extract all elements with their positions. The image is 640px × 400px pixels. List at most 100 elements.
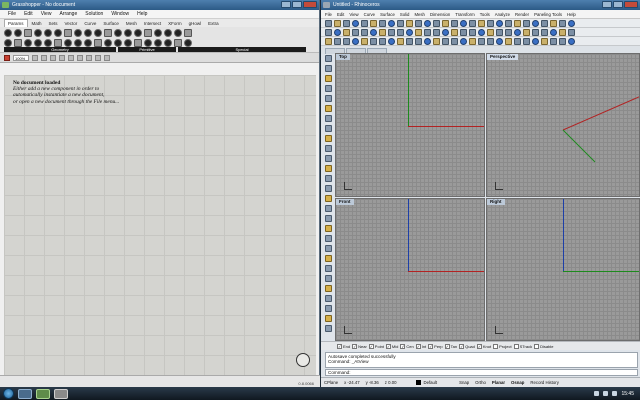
menu-arrange[interactable]: Arrange	[59, 11, 77, 17]
main-tool-icon[interactable]	[324, 315, 332, 322]
toggle-osnap[interactable]: Osnap	[511, 380, 524, 385]
viewport-label-front[interactable]: Front	[336, 199, 354, 205]
toolbar-button-icon[interactable]	[469, 28, 476, 36]
toolbar-button-icon[interactable]	[406, 28, 413, 36]
osnap-strack[interactable]: STrack	[513, 343, 532, 349]
command-input[interactable]: Command:	[325, 369, 638, 376]
rhino-menu-view[interactable]: View	[349, 12, 358, 17]
component-icon[interactable]	[84, 39, 92, 47]
tab-vector[interactable]: Vector	[62, 20, 81, 27]
osnap-checkbox[interactable]: ✓	[415, 343, 421, 349]
main-tool-icon[interactable]	[324, 285, 332, 292]
main-tool-icon[interactable]	[324, 135, 332, 142]
rhino-menu-dimension[interactable]: Dimension	[430, 12, 450, 17]
toolbar-button-icon[interactable]	[361, 37, 368, 45]
toolbar-button-icon[interactable]	[388, 37, 395, 45]
menu-edit[interactable]: Edit	[24, 11, 33, 17]
component-icon[interactable]	[104, 29, 112, 37]
toolbar-button-icon[interactable]	[388, 19, 395, 27]
viewport-right[interactable]: Right	[486, 198, 640, 341]
viewport-top[interactable]: Top	[335, 53, 485, 197]
toolbar-button-icon[interactable]	[352, 37, 359, 45]
cluster-icon[interactable]	[104, 54, 110, 61]
toolbar-button-icon[interactable]	[487, 19, 494, 27]
flag-icon[interactable]	[612, 391, 618, 396]
osnap-project[interactable]: Project	[493, 343, 512, 349]
toolbar-button-icon[interactable]	[550, 19, 557, 27]
rhino-menu-mesh[interactable]: Mesh	[414, 12, 425, 17]
toolbar-button-icon[interactable]	[352, 28, 359, 36]
tab-curve[interactable]: Curve	[81, 20, 99, 27]
toolbar-button-icon[interactable]	[460, 19, 467, 27]
osnap-checkbox[interactable]: ✓	[476, 343, 482, 349]
toolbar-button-icon[interactable]	[550, 37, 557, 45]
main-tool-icon[interactable]	[324, 65, 332, 72]
component-icon[interactable]	[144, 29, 152, 37]
osnap-point[interactable]: ✓ Point	[368, 343, 384, 349]
rhino-menu-edit[interactable]: Edit	[337, 12, 344, 17]
toolbar-button-icon[interactable]	[496, 28, 503, 36]
toolbar-button-icon[interactable]	[370, 19, 377, 27]
component-icon[interactable]	[34, 39, 42, 47]
main-tool-icon[interactable]	[324, 275, 332, 282]
osnap-checkbox[interactable]	[534, 343, 540, 349]
toolbar-button-icon[interactable]	[424, 19, 431, 27]
rhino-maximize-button[interactable]	[613, 1, 623, 8]
toolbar-button-icon[interactable]	[334, 28, 341, 36]
viewport-label-top[interactable]: Top	[336, 54, 350, 60]
toolbar-button-icon[interactable]	[532, 28, 539, 36]
osnap-checkbox[interactable]: ✓	[337, 343, 342, 349]
main-tool-icon[interactable]	[324, 155, 332, 162]
toolbar-button-icon[interactable]	[469, 37, 476, 45]
component-icon[interactable]	[24, 39, 32, 47]
grasshopper-task-icon[interactable]	[36, 388, 50, 399]
component-icon[interactable]	[74, 29, 82, 37]
component-icon[interactable]	[74, 39, 82, 47]
tab-surface[interactable]: Surface	[100, 20, 122, 27]
osnap-checkbox[interactable]: ✓	[368, 343, 374, 349]
rhino-menu-render[interactable]: Render	[515, 12, 529, 17]
toolbar-button-icon[interactable]	[460, 37, 467, 45]
toolbar-button-icon[interactable]	[379, 28, 386, 36]
component-icon[interactable]	[134, 29, 142, 37]
rhino-close-button[interactable]	[624, 1, 638, 8]
component-icon[interactable]	[44, 29, 52, 37]
component-icon[interactable]	[154, 29, 162, 37]
preview-shaded-icon[interactable]	[68, 54, 74, 61]
toolbar-button-icon[interactable]	[514, 37, 521, 45]
toolbar-button-icon[interactable]	[442, 19, 449, 27]
osnap-mid[interactable]: ✓ Mid	[385, 343, 398, 349]
main-tool-icon[interactable]	[324, 245, 332, 252]
main-tool-icon[interactable]	[324, 115, 332, 122]
toolbar-button-icon[interactable]	[334, 19, 341, 27]
rhino-menu-help[interactable]: Help	[567, 12, 576, 17]
toolbar-button-icon[interactable]	[514, 19, 521, 27]
menu-solution[interactable]: Solution	[85, 11, 103, 17]
component-icon[interactable]	[174, 39, 182, 47]
component-icon[interactable]	[44, 39, 52, 47]
osnap-cen[interactable]: ✓ Cen	[400, 343, 414, 349]
toolbar-button-icon[interactable]	[343, 19, 350, 27]
toolbar-button-icon[interactable]	[415, 19, 422, 27]
main-tool-icon[interactable]	[324, 225, 332, 232]
viewport-perspective[interactable]: Perspective	[486, 53, 640, 197]
menu-view[interactable]: View	[41, 11, 52, 17]
toolbar-button-icon[interactable]	[523, 37, 530, 45]
toolbar-button-icon[interactable]	[397, 28, 404, 36]
menu-help[interactable]: Help	[137, 11, 147, 17]
component-icon[interactable]	[64, 29, 72, 37]
rhino-menu-file[interactable]: File	[325, 12, 332, 17]
toolbar-button-icon[interactable]	[523, 19, 530, 27]
toolbar-button-icon[interactable]	[352, 19, 359, 27]
rhino-menu-analyze[interactable]: Analyze	[495, 12, 510, 17]
toolbar-button-icon[interactable]	[361, 28, 368, 36]
main-tool-icon[interactable]	[324, 305, 332, 312]
toolbar-button-icon[interactable]	[388, 28, 395, 36]
rhino-menu-paneling-tools[interactable]: Paneling Tools	[534, 12, 562, 17]
component-icon[interactable]	[164, 39, 172, 47]
main-tool-icon[interactable]	[324, 75, 332, 82]
toolbar-button-icon[interactable]	[334, 37, 341, 45]
main-tool-icon[interactable]	[324, 185, 332, 192]
osnap-checkbox[interactable]: ✓	[352, 343, 358, 349]
toolbar-button-icon[interactable]	[559, 19, 566, 27]
